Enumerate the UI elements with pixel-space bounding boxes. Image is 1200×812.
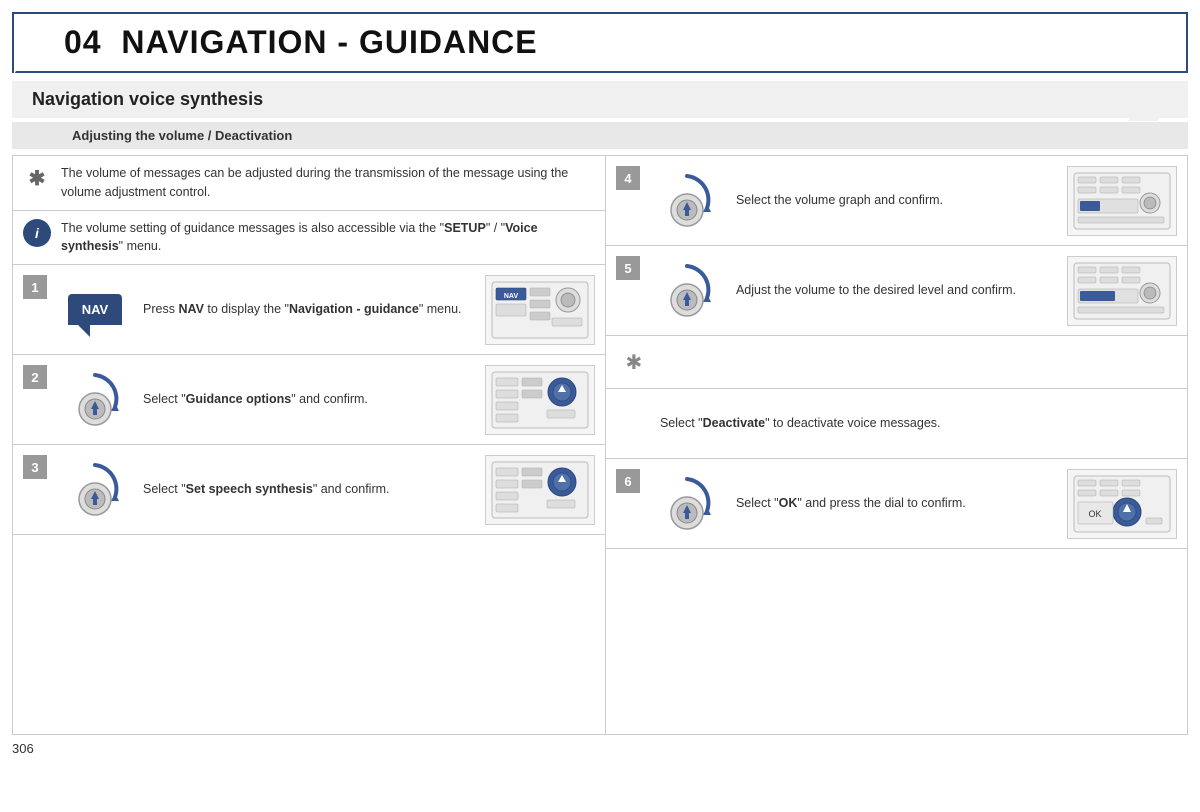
step-1-icon: NAV <box>55 294 135 325</box>
dial-icon-2 <box>63 367 128 432</box>
step-6-row: 6 Select "OK" and press the dial to conf… <box>606 459 1187 549</box>
step-4-image <box>1067 166 1177 236</box>
footer: 306 <box>12 741 1188 756</box>
dial-icon-5 <box>655 258 720 323</box>
dial-icon-3 <box>63 457 128 522</box>
step-2-number: 2 <box>23 365 47 389</box>
step-4-text: Select the volume graph and confirm. <box>736 191 1059 210</box>
deactivate-icon-row: ✱ <box>606 336 1187 389</box>
deactivate-text: Select "Deactivate" to deactivate voice … <box>660 414 1177 433</box>
step-5-text: Adjust the volume to the desired level a… <box>736 281 1059 300</box>
section-header: Navigation voice synthesis <box>12 81 1188 118</box>
radio-unit-5 <box>1072 261 1172 321</box>
right-column: 4 Select the volume graph and confirm. <box>605 155 1188 735</box>
step-3-number: 3 <box>23 455 47 479</box>
page-title: 04 NAVIGATION - GUIDANCE <box>34 24 1166 61</box>
step-4-icon <box>648 168 728 233</box>
dial-icon-4 <box>655 168 720 233</box>
info-text-2: The volume setting of guidance messages … <box>61 219 595 257</box>
radio-unit-2 <box>490 370 590 430</box>
radio-unit-3 <box>490 460 590 520</box>
step-3-image <box>485 455 595 525</box>
page-header: 04 NAVIGATION - GUIDANCE <box>12 12 1188 73</box>
deactivate-text-row: Select "Deactivate" to deactivate voice … <box>606 389 1187 459</box>
content-area: ✱ The volume of messages can be adjusted… <box>12 155 1188 735</box>
svg-text:OK: OK <box>1088 509 1101 519</box>
radio-unit-1: NAV <box>490 280 590 340</box>
step-2-image <box>485 365 595 435</box>
info-icon: i <box>23 219 51 247</box>
deactivate-sun-icon: ✱ <box>616 344 652 380</box>
step-3-text: Select "Set speech synthesis" and confir… <box>143 480 477 499</box>
dial-icon-6 <box>655 471 720 536</box>
nav-button: NAV <box>68 294 122 325</box>
step-6-icon <box>648 471 728 536</box>
sub-header-text: Adjusting the volume / Deactivation <box>72 128 292 143</box>
step-1-image: NAV <box>485 275 595 345</box>
step-1-number: 1 <box>23 275 47 299</box>
page-number: 306 <box>12 741 34 756</box>
step-2-icon <box>55 367 135 432</box>
info-text-1: The volume of messages can be adjusted d… <box>61 164 595 202</box>
section-title: Navigation voice synthesis <box>32 89 1168 110</box>
step-2-text: Select "Guidance options" and confirm. <box>143 390 477 409</box>
svg-text:NAV: NAV <box>504 293 519 300</box>
step-4-number: 4 <box>616 166 640 190</box>
step-1-text: Press NAV to display the "Navigation - g… <box>143 300 477 319</box>
step-6-image: OK <box>1067 469 1177 539</box>
radio-unit-6: OK <box>1072 474 1172 534</box>
step-5-icon <box>648 258 728 323</box>
info-row-sun: ✱ The volume of messages can be adjusted… <box>13 156 605 211</box>
info-row-i: i The volume setting of guidance message… <box>13 211 605 266</box>
left-column: ✱ The volume of messages can be adjusted… <box>12 155 605 735</box>
step-5-image <box>1067 256 1177 326</box>
step-5-number: 5 <box>616 256 640 280</box>
step-4-row: 4 Select the volume graph and confirm. <box>606 156 1187 246</box>
step-3-row: 3 Select "Set speech synthesis" and conf… <box>13 445 605 535</box>
step-1-row: 1 NAV Press NAV to display the "Navigati… <box>13 265 605 355</box>
sub-header: Adjusting the volume / Deactivation <box>12 122 1188 149</box>
step-5-row: 5 Adjust the volume to the desired level… <box>606 246 1187 336</box>
step-6-text: Select "OK" and press the dial to confir… <box>736 494 1059 513</box>
step-3-icon <box>55 457 135 522</box>
radio-unit-4 <box>1072 171 1172 231</box>
step-6-number: 6 <box>616 469 640 493</box>
sun-icon: ✱ <box>23 164 51 192</box>
step-2-row: 2 Select "Guidance options" and confirm. <box>13 355 605 445</box>
